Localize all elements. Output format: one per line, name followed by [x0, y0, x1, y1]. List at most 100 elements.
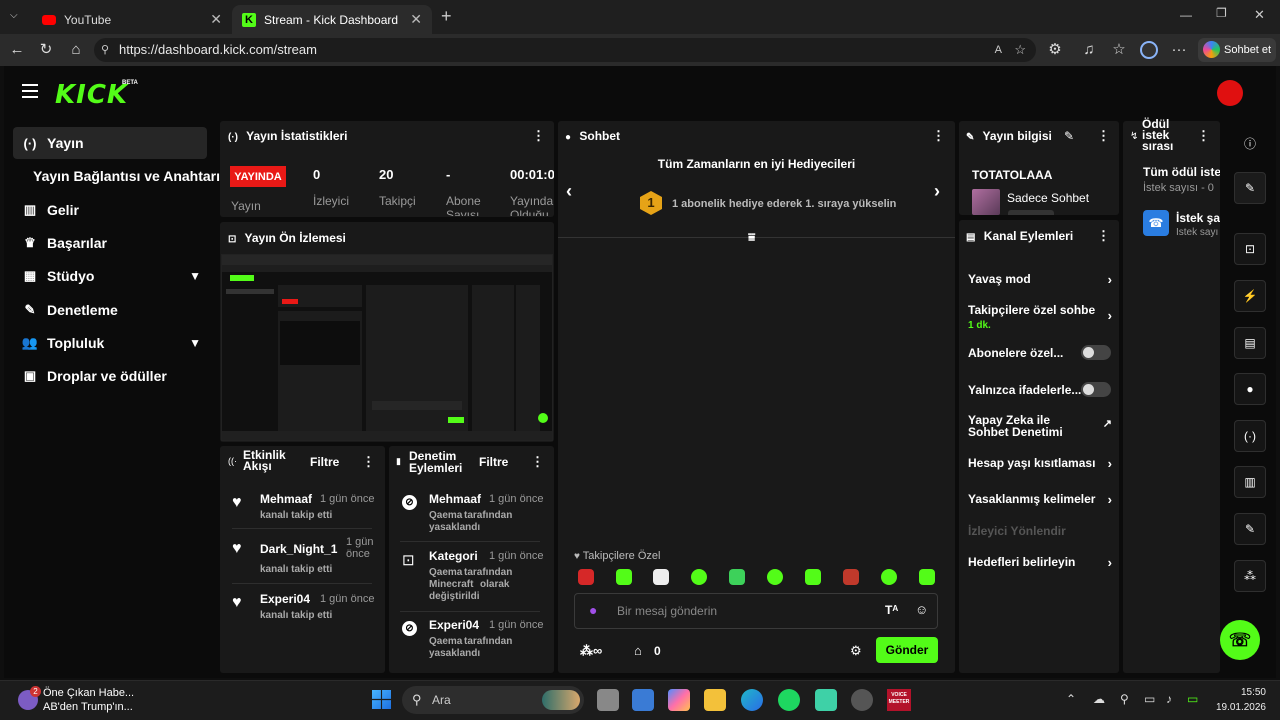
edit-layout-icon[interactable]: ✎ [1234, 172, 1266, 204]
broadcast-panel-icon[interactable]: (·) [1234, 420, 1266, 452]
clock-date[interactable]: 19.01.2026 [1206, 702, 1266, 713]
emote-icon[interactable] [805, 569, 821, 585]
emote-icon[interactable] [653, 569, 669, 585]
support-button[interactable]: ☏ [1220, 620, 1260, 660]
window-close-button[interactable]: ✕ [1254, 7, 1265, 23]
tab-youtube[interactable]: YouTube ✕ [32, 5, 232, 34]
wrench-panel-icon[interactable]: ✎ [1234, 513, 1266, 545]
emote-icon[interactable] [691, 569, 707, 585]
spotify-icon[interactable] [778, 689, 800, 711]
kick-logo[interactable]: KICK [55, 80, 128, 110]
extensions-icon[interactable]: ⚙ [1046, 41, 1064, 59]
close-icon[interactable]: ✕ [210, 11, 222, 28]
collapse-toggle-icon[interactable]: ⩸ [748, 230, 755, 245]
chevron-down-icon[interactable]: ▼ [189, 336, 201, 350]
chat-input[interactable]: ● Bir mesaj gönderin Tᴬ ☺ [574, 593, 938, 629]
emote-icon[interactable] [881, 569, 897, 585]
network-icon[interactable]: ▭ [1144, 692, 1155, 706]
media-icon[interactable]: ♫ [1080, 41, 1098, 59]
channel-points-icon[interactable]: ⁂∞ [580, 643, 602, 659]
store-app-icon[interactable] [632, 689, 654, 711]
followers-only-row[interactable]: Takipçilere özel sohbe 1 dk. › [968, 303, 1112, 333]
news-widget[interactable]: 2 Öne Çıkan Habe... AB'den Trump'ın... [14, 686, 164, 716]
reward-more-icon[interactable]: ⋮ [1197, 128, 1210, 144]
read-aloud-icon[interactable]: A [995, 38, 1002, 62]
profile-avatar[interactable] [1140, 41, 1158, 59]
tab-list-button[interactable]: ⌵ [10, 10, 18, 21]
activity-filter-button[interactable]: Filtre [310, 455, 339, 469]
sidebar-item-yayin[interactable]: (·) Yayın [13, 127, 207, 159]
emoji-icon[interactable]: ☺ [915, 602, 928, 617]
edge-icon[interactable] [741, 689, 763, 711]
account-age-row[interactable]: Hesap yaşı kısıtlaması › [968, 456, 1112, 471]
emote-icon[interactable] [767, 569, 783, 585]
chevron-right-icon[interactable]: › [934, 181, 940, 202]
minimize-button[interactable]: — [1180, 8, 1192, 22]
file-explorer-icon[interactable] [704, 689, 726, 711]
activity-more-icon[interactable]: ⋮ [362, 454, 375, 470]
stats-more-icon[interactable]: ⋮ [532, 128, 545, 144]
microphone-icon[interactable]: ● [589, 602, 597, 618]
favorite-star-icon[interactable]: ☆ [1014, 38, 1026, 62]
sidebar-item-basarilar[interactable]: ♛ Başarılar [13, 227, 207, 259]
banned-words-row[interactable]: Yasaklanmış kelimeler › [968, 492, 1112, 507]
send-button[interactable]: Gönder [876, 637, 938, 663]
volume-icon[interactable]: ♪ [1166, 692, 1172, 706]
sidebar-item-gelir[interactable]: ▥ Gelir [13, 194, 207, 226]
channel-actions-more-icon[interactable]: ⋮ [1097, 228, 1110, 244]
emote-icon[interactable] [919, 569, 935, 585]
home-icon[interactable]: ⌂ [67, 41, 85, 59]
stream-preview-video[interactable] [221, 254, 553, 441]
back-icon[interactable]: ← [8, 41, 26, 59]
slow-mode-row[interactable]: Yavaş mod › [968, 272, 1112, 287]
chevron-left-icon[interactable]: ‹ [566, 181, 572, 202]
set-goals-row[interactable]: Hedefleri belirleyin › [968, 555, 1112, 570]
community-panel-icon[interactable]: ⁂ [1234, 560, 1266, 592]
store-icon[interactable]: ⌂ [634, 643, 642, 658]
sidebar-item-studyo[interactable]: ▦ Stüdyo ▼ [13, 260, 207, 292]
chat-more-icon[interactable]: ⋮ [932, 128, 945, 144]
translate-icon[interactable]: Tᴬ [885, 603, 898, 617]
edit-icon[interactable]: ✎ [1064, 129, 1074, 143]
sidebar-item-topluluk[interactable]: 👥 Topluluk ▼ [13, 327, 207, 359]
taskbar-search[interactable]: ⚲ Ara [402, 686, 584, 714]
copilot-chat-button[interactable]: Sohbet et [1198, 38, 1276, 62]
moderation-filter-button[interactable]: Filtre [479, 455, 508, 469]
emotes-only-toggle[interactable] [1081, 382, 1111, 397]
close-icon[interactable]: ✕ [410, 11, 422, 28]
info-icon[interactable]: ⓘ [1234, 127, 1266, 159]
subscribers-only-toggle[interactable] [1081, 345, 1111, 360]
tray-chevron-icon[interactable]: ⌃ [1066, 692, 1076, 706]
address-bar[interactable]: ⚲ https://dashboard.kick.com/stream A ☆ [94, 38, 1036, 62]
emote-icon[interactable] [578, 569, 594, 585]
app-icon[interactable] [815, 689, 837, 711]
emote-icon[interactable] [729, 569, 745, 585]
new-tab-button[interactable]: + [441, 6, 452, 27]
clock-time[interactable]: 15:50 [1214, 687, 1266, 698]
task-view-icon[interactable] [597, 689, 619, 711]
sidebar-item-stream-key[interactable]: Yayın Bağlantısı ve Anahtarı [13, 160, 223, 192]
chat-settings-icon[interactable]: ⚙ [850, 643, 862, 659]
more-icon[interactable]: ··· [1170, 41, 1188, 59]
hamburger-menu-icon[interactable] [22, 84, 38, 98]
stream-info-more-icon[interactable]: ⋮ [1097, 128, 1110, 144]
moderation-more-icon[interactable]: ⋮ [531, 454, 544, 470]
notes-icon[interactable]: ▤ [1234, 327, 1266, 359]
chat-panel-icon[interactable]: ● [1234, 373, 1266, 405]
onedrive-icon[interactable]: ☁ [1093, 692, 1105, 706]
microphone-tray-icon[interactable]: ⚲ [1120, 692, 1129, 706]
emote-icon[interactable] [616, 569, 632, 585]
sidebar-item-denetleme[interactable]: ✎ Denetleme [13, 294, 207, 326]
ai-moderation-row[interactable]: Yapay Zeka ile Sohbet Denetimi ↗ [968, 414, 1112, 438]
favorites-icon[interactable]: ☆ [1110, 41, 1128, 59]
tab-kick-dashboard[interactable]: K Stream - Kick Dashboard ✕ [232, 5, 432, 34]
sidebar-item-droplar[interactable]: ▣ Droplar ve ödüller [13, 360, 207, 392]
emote-icon[interactable] [843, 569, 859, 585]
chevron-down-icon[interactable]: ▼ [189, 269, 201, 283]
preview-panel-icon[interactable]: ⊡ [1234, 233, 1266, 265]
moderation-panel-icon[interactable]: ▥ [1234, 466, 1266, 498]
user-avatar[interactable] [1217, 80, 1243, 106]
maximize-button[interactable]: ❐ [1216, 6, 1227, 20]
steam-icon[interactable] [851, 689, 873, 711]
voicemeeter-icon[interactable]: VOICE MEETER [887, 689, 911, 711]
